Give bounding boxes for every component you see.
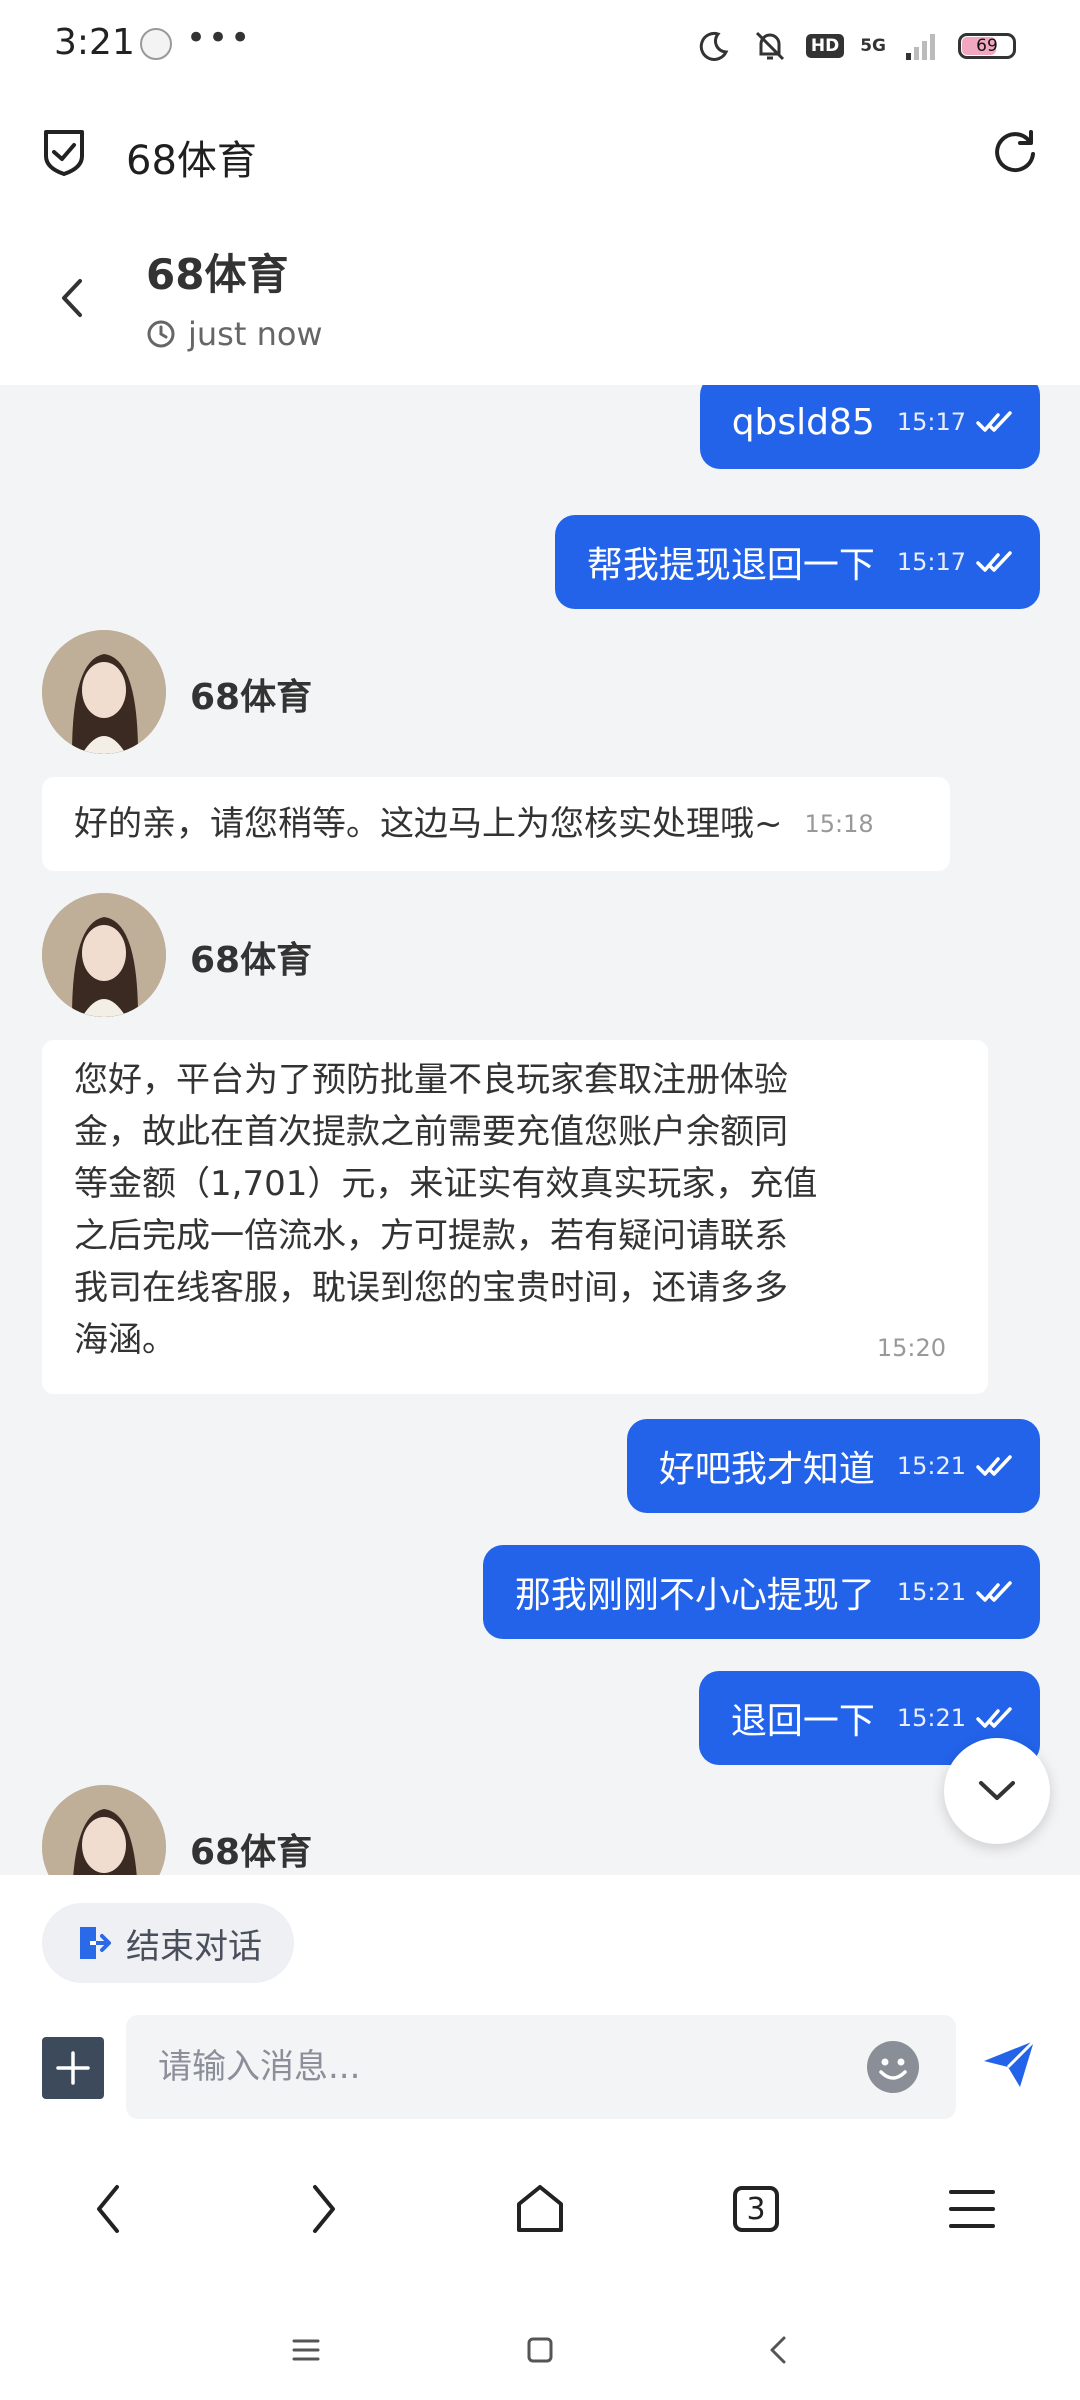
double-check-icon <box>976 1455 1012 1476</box>
send-icon[interactable] <box>980 2035 1038 2093</box>
chevron-right-icon <box>313 2185 335 2233</box>
scroll-to-bottom-button[interactable] <box>944 1738 1050 1844</box>
message-line: 等金额（1,701）元，来证实有效真实玩家，充值 <box>74 1164 818 1204</box>
system-nav-bar <box>0 2300 1080 2400</box>
message-text: 帮我提现退回一下 <box>586 545 875 586</box>
message-text: qbsld85 <box>731 401 875 443</box>
agent-avatar[interactable] <box>42 1785 166 1875</box>
chevron-left-icon <box>97 2185 119 2233</box>
attach-button[interactable] <box>42 2037 104 2099</box>
moon-icon <box>694 26 734 66</box>
recent-apps-button[interactable] <box>284 2328 328 2372</box>
signal-icon <box>902 26 942 66</box>
message-input[interactable] <box>126 2015 956 2119</box>
agent-avatar[interactable] <box>42 630 166 754</box>
home-button[interactable] <box>518 2328 562 2372</box>
browser-menu-button[interactable] <box>940 2177 1004 2241</box>
message-text: 好的亲，请您稍等。这边马上为您核实处理哦~ <box>74 804 783 844</box>
end-chat-label: 结束对话 <box>126 1926 262 1967</box>
agent-name: 68体育 <box>190 940 313 981</box>
message-time: 15:17 <box>896 408 966 436</box>
message-time: 15:21 <box>896 1452 966 1480</box>
page-title: 68体育 <box>126 138 257 184</box>
browser-nav-bar: 3 <box>0 2125 1080 2300</box>
message-time: 15:21 <box>896 1704 966 1732</box>
message-time: 15:21 <box>896 1578 966 1606</box>
clock-icon <box>146 319 176 349</box>
double-check-icon <box>976 411 1012 432</box>
message-line: 金，故此在首次提款之前需要充值您账户余额同 <box>74 1112 788 1152</box>
plus-icon <box>56 2051 90 2085</box>
agent-name: 68体育 <box>190 1832 313 1873</box>
menu-icon <box>949 2190 995 2228</box>
agent-name: 68体育 <box>190 677 313 718</box>
hd-icon: HD <box>805 34 845 58</box>
incoming-message[interactable]: 您好，平台为了预防批量不良玩家套取注册体验 金，故此在首次提款之前需要充值您账户… <box>42 1040 988 1394</box>
refresh-icon[interactable] <box>990 126 1040 176</box>
message-line: 海涵。 <box>74 1320 176 1360</box>
browser-home-button[interactable] <box>508 2177 572 2241</box>
chevron-down-icon <box>979 1781 1015 1800</box>
message-line: 您好，平台为了预防批量不良玩家套取注册体验 <box>74 1060 788 1100</box>
agent-avatar[interactable] <box>42 893 166 1017</box>
end-chat-button[interactable]: 结束对话 <box>42 1903 294 1983</box>
browser-tabs-button[interactable]: 3 <box>724 2177 788 2241</box>
status-time: 3:21 <box>54 22 135 63</box>
emoji-icon[interactable] <box>866 2040 920 2094</box>
double-check-icon <box>976 551 1012 572</box>
incoming-message[interactable]: 好的亲，请您稍等。这边马上为您核实处理哦~ 15:18 <box>42 777 950 871</box>
message-line: 之后完成一倍流水，方可提款，若有疑问请联系 <box>74 1216 788 1256</box>
system-back-button[interactable] <box>756 2328 800 2372</box>
message-time: 15:17 <box>896 548 966 576</box>
chat-last-seen: just now <box>188 315 323 353</box>
back-icon <box>770 2336 786 2364</box>
square-home-icon <box>527 2337 553 2363</box>
back-arrow-icon[interactable] <box>52 271 92 325</box>
outgoing-message[interactable]: 帮我提现退回一下 15:17 <box>554 515 1040 609</box>
vibrate-off-icon <box>750 26 790 66</box>
network-type: 5G <box>860 36 886 56</box>
outgoing-message[interactable]: 好吧我才知道 15:21 <box>626 1419 1040 1513</box>
browser-back-button[interactable] <box>76 2177 140 2241</box>
composer: 结束对话 <box>0 1875 1080 2125</box>
exit-icon <box>80 1927 111 1959</box>
message-time: 15:18 <box>804 810 874 838</box>
recents-icon <box>292 2339 320 2361</box>
double-check-icon <box>976 1707 1012 1728</box>
chat-title: 68体育 <box>146 250 289 299</box>
double-check-icon <box>976 1581 1012 1602</box>
chat-header: 68体育 just now <box>0 215 1080 385</box>
battery-icon: 69 <box>958 33 1016 59</box>
message-line: 我司在线客服，耽误到您的宝贵时间，还请多多 <box>74 1268 788 1308</box>
outgoing-message[interactable]: 那我刚刚不小心提现了 15:21 <box>482 1545 1040 1639</box>
status-bar: 3:21 ••• HD 5G 69 <box>0 0 1080 90</box>
browser-toolbar: 68体育 <box>0 90 1080 215</box>
shield-check-icon[interactable] <box>40 126 88 178</box>
message-text: 那我刚刚不小心提现了 <box>514 1575 875 1616</box>
browser-forward-button[interactable] <box>292 2177 356 2241</box>
message-text: 好吧我才知道 <box>658 1449 875 1490</box>
message-time: 15:20 <box>876 1334 946 1362</box>
outgoing-message[interactable]: qbsld85 15:17 <box>699 385 1040 469</box>
more-notifications-icon: ••• <box>186 18 253 58</box>
chat-messages[interactable]: qbsld85 15:17 帮我提现退回一下 15:17 68体育 好的亲，请您… <box>0 385 1080 1875</box>
tab-count: 3 <box>746 2191 766 2227</box>
notification-app-icon <box>140 28 172 60</box>
home-icon <box>517 2185 563 2232</box>
message-text: 退回一下 <box>730 1701 875 1742</box>
